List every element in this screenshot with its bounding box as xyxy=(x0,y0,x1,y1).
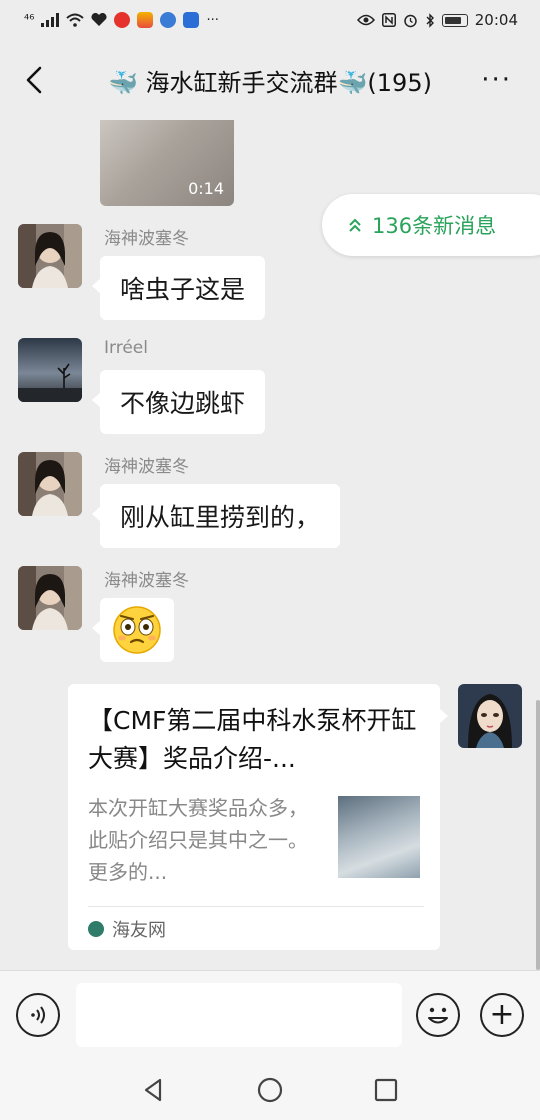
chat-title: 🐳 海水缸新手交流群🐳(195) xyxy=(108,68,432,97)
input-bar: + xyxy=(0,970,540,1058)
emoji-icon[interactable] xyxy=(416,993,460,1037)
avatar[interactable] xyxy=(18,338,82,402)
voice-icon[interactable] xyxy=(16,993,60,1037)
flushed-emoji-icon xyxy=(113,606,161,654)
new-messages-label: 136条新消息 xyxy=(372,214,497,238)
alarm-icon xyxy=(404,14,417,27)
app-icon-blue xyxy=(183,12,200,28)
sender-name: 海神波塞冬 xyxy=(104,229,189,249)
link-card-thumbnail xyxy=(338,796,420,878)
battery-icon xyxy=(441,13,468,27)
link-card-title: 【CMF第二届中科水泵杯开缸大赛】奖品介绍-... xyxy=(88,706,417,773)
link-card-description: 本次开缸大赛奖品众多，此贴介绍只是其中之一。更多的... xyxy=(88,796,308,884)
new-messages-button[interactable]: 136条新消息 xyxy=(322,194,540,256)
music-icon xyxy=(160,12,177,28)
plus-icon[interactable]: + xyxy=(480,993,524,1037)
app-icon-orange xyxy=(137,12,154,28)
bluetooth-icon xyxy=(426,12,434,28)
chevron-left-icon[interactable] xyxy=(18,62,54,98)
more-status-indicator: ··· xyxy=(206,12,219,28)
signal-icon xyxy=(41,13,60,27)
plus-glyph: + xyxy=(489,997,515,1032)
video-duration: 0:14 xyxy=(188,179,224,198)
status-right: 20:04 xyxy=(356,11,518,29)
chat-area[interactable]: 0:14 136条新消息 海神波塞冬 啥虫子这是 Irréel 不像边跳虾 海神… xyxy=(0,120,540,970)
app-icon-red xyxy=(114,12,131,28)
link-card[interactable]: 【CMF第二届中科水泵杯开缸大赛】奖品介绍-... 本次开缸大赛奖品众多，此贴介… xyxy=(68,684,448,950)
message-bubble[interactable]: 不像边跳虾 xyxy=(91,370,266,434)
chat-header: 🐳 海水缸新手交流群🐳(195) ··· xyxy=(0,40,540,120)
divider xyxy=(88,906,424,907)
link-card-source: 海友网 xyxy=(88,916,166,942)
status-time: 20:04 xyxy=(474,11,518,29)
home-circle-icon[interactable] xyxy=(256,1076,284,1104)
nfc-icon xyxy=(381,13,396,27)
source-logo-icon xyxy=(88,921,104,937)
sender-name: Irréel xyxy=(104,338,148,358)
video-message[interactable]: 0:14 xyxy=(100,120,234,206)
source-name: 海友网 xyxy=(112,920,166,941)
health-icon xyxy=(91,13,107,26)
eye-icon xyxy=(356,14,375,26)
network-type: ⁴⁶ xyxy=(24,12,35,28)
more-icon[interactable]: ··· xyxy=(481,67,512,93)
message-bubble[interactable]: 啥虫子这是 xyxy=(91,256,266,320)
avatar[interactable] xyxy=(18,452,82,516)
status-left: ⁴⁶ ··· xyxy=(24,12,219,28)
message-bubble[interactable]: 刚从缸里捞到的， xyxy=(91,484,341,548)
scrollbar[interactable] xyxy=(536,700,540,970)
sender-name: 海神波塞冬 xyxy=(104,457,189,477)
self-avatar[interactable] xyxy=(458,684,522,748)
avatar[interactable] xyxy=(18,224,82,288)
back-triangle-icon[interactable] xyxy=(140,1076,168,1104)
sender-name: 海神波塞冬 xyxy=(104,571,189,591)
message-input[interactable] xyxy=(76,983,402,1047)
emoji-message[interactable] xyxy=(92,598,174,662)
recents-square-icon[interactable] xyxy=(372,1076,400,1104)
double-chevron-up-icon xyxy=(349,218,361,232)
system-nav-bar xyxy=(0,1058,540,1120)
status-bar: ⁴⁶ ··· 20:04 xyxy=(0,0,540,40)
avatar[interactable] xyxy=(18,566,82,630)
wifi-icon xyxy=(66,13,85,27)
